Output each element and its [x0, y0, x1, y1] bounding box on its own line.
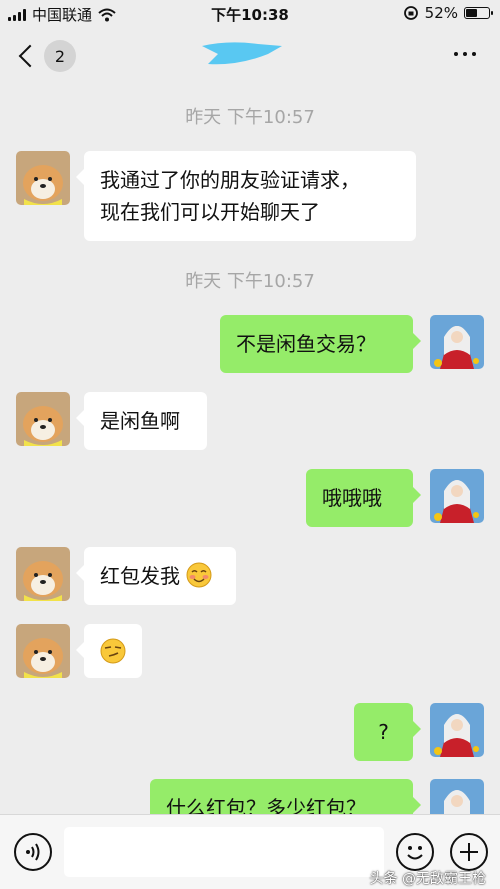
plus-button[interactable]: [450, 833, 488, 871]
message-text: 红包发我: [100, 564, 180, 588]
contact-avatar[interactable]: [16, 547, 70, 601]
unread-count-badge: 2: [44, 40, 76, 72]
nav-bar: 2: [0, 28, 500, 86]
status-bar: 中国联通 下午10:38 52%: [0, 0, 500, 28]
battery-icon: [464, 7, 493, 19]
sent-message: 哦哦哦: [306, 469, 421, 527]
message-text: 不是闲鱼交易？: [236, 332, 376, 356]
received-message: 是闲鱼啊: [76, 392, 207, 450]
received-message: [76, 624, 142, 678]
message-text: 哦哦哦: [322, 486, 382, 510]
redacted-title: [202, 42, 282, 65]
received-message: 我通过了你的朋友验证请求， 现在我们可以开始聊天了: [76, 151, 416, 241]
rotation-lock-icon: [403, 6, 418, 20]
contact-avatar[interactable]: [16, 392, 70, 446]
message-input[interactable]: [64, 827, 384, 877]
sent-message: ?: [354, 703, 421, 761]
message-text: 现在我们可以开始聊天了: [100, 200, 320, 224]
message-text: 是闲鱼啊: [100, 409, 180, 433]
contact-avatar[interactable]: [16, 624, 70, 678]
more-button[interactable]: [454, 52, 476, 56]
more-dots-icon: [454, 52, 458, 56]
message-text: ?: [378, 720, 389, 744]
my-avatar[interactable]: [430, 315, 484, 369]
smirk-emoji-icon: [100, 638, 126, 664]
emoji-icon: [407, 846, 423, 860]
battery-percent: 52%: [424, 4, 458, 22]
back-button[interactable]: 2: [16, 40, 76, 72]
sent-message: 不是闲鱼交易？: [220, 315, 421, 373]
contact-avatar[interactable]: [16, 151, 70, 205]
timestamp: 昨天 下午10:57: [185, 107, 315, 128]
blushing-smile-emoji-icon: [186, 562, 212, 588]
emoji-button[interactable]: [396, 833, 434, 871]
chevron-left-icon: [18, 44, 42, 68]
voice-icon: [26, 843, 40, 861]
voice-button[interactable]: [14, 833, 52, 871]
status-right: 52%: [403, 4, 493, 22]
received-message: 红包发我: [76, 547, 236, 605]
my-avatar[interactable]: [430, 703, 484, 757]
my-avatar[interactable]: [430, 469, 484, 523]
message-text: 我通过了你的朋友验证请求，: [100, 168, 360, 192]
watermark: 头条 @无敌霸王枪: [369, 871, 486, 887]
timestamp: 昨天 下午10:57: [185, 271, 315, 292]
